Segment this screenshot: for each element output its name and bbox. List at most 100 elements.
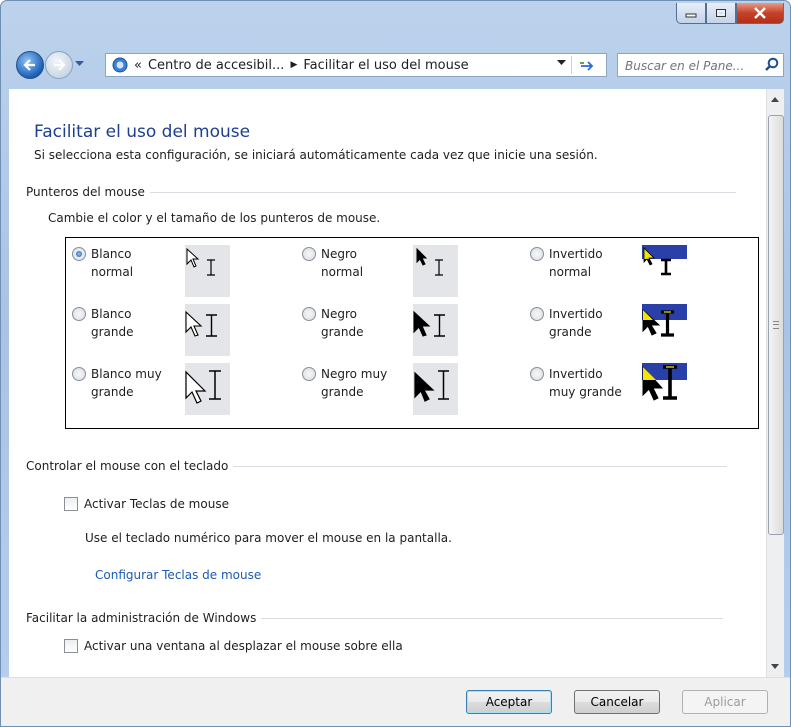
history-dropdown-icon[interactable]	[75, 61, 84, 67]
search-box[interactable]	[617, 53, 784, 77]
inverted-pointer-large-icon	[642, 304, 687, 337]
dialog-button-bar: Aceptar Cancelar Aplicar	[1, 677, 790, 726]
mouse-keys-checkbox[interactable]	[64, 497, 78, 511]
option-label: Blanco muy grande	[91, 367, 162, 399]
radio-indicator[interactable]	[302, 367, 316, 381]
configure-mouse-keys-link[interactable]: Configurar Teclas de mouse	[95, 568, 261, 582]
page-subtitle: Si selecciona esta configuración, se ini…	[34, 148, 598, 162]
search-icon[interactable]	[765, 57, 779, 71]
option-label: Negro grande	[321, 307, 364, 339]
keyboard-section-header: Controlar el mouse con el teclado	[26, 459, 728, 473]
radio-indicator[interactable]	[72, 367, 86, 381]
preview-inverted-large	[642, 304, 687, 356]
hover-activate-checkbox[interactable]	[64, 639, 78, 653]
preview-white-extra-large	[185, 363, 230, 415]
white-pointer-xl-icon	[185, 370, 221, 404]
option-label: Invertido grande	[549, 307, 603, 339]
ok-button[interactable]: Aceptar	[466, 690, 552, 714]
white-pointer-icon	[186, 247, 215, 276]
hover-activate-checkbox-row[interactable]: Activar una ventana al desplazar el mous…	[64, 639, 403, 653]
scroll-up-icon[interactable]	[771, 97, 779, 102]
radio-invertido-normal[interactable]: Invertido normal	[530, 245, 603, 281]
forward-arrow-icon	[54, 59, 66, 71]
title-bar	[1, 1, 790, 39]
preview-black-large	[413, 304, 458, 356]
maximize-icon	[716, 9, 726, 17]
close-icon	[754, 7, 766, 19]
minimize-button[interactable]	[676, 3, 706, 24]
radio-indicator[interactable]	[72, 307, 86, 321]
window: « Centro de accesibil... ▶ Facilitar el …	[0, 0, 791, 727]
breadcrumb-separator-icon[interactable]: ▶	[290, 60, 297, 70]
breadcrumb-accessibility-center[interactable]: Centro de accesibil...	[148, 58, 284, 73]
option-label: Invertido muy grande	[549, 367, 622, 399]
apply-button[interactable]: Aplicar	[682, 690, 768, 714]
preview-white-normal	[185, 245, 230, 297]
control-panel-icon	[112, 57, 128, 73]
radio-negro-normal[interactable]: Negro normal	[302, 245, 363, 281]
radio-blanco-grande[interactable]: Blanco grande	[72, 305, 134, 341]
preview-white-large	[185, 304, 230, 356]
back-arrow-icon	[23, 59, 35, 71]
mouse-keys-description: Use el teclado numérico para mover el mo…	[85, 531, 452, 545]
radio-blanco-muy-grande[interactable]: Blanco muy grande	[72, 365, 162, 401]
preview-black-normal	[413, 245, 458, 297]
content-pane: Facilitar el uso del mouse Si selecciona…	[9, 89, 766, 677]
preview-inverted-extra-large	[642, 363, 687, 415]
search-input[interactable]	[623, 56, 763, 76]
close-button[interactable]	[736, 3, 784, 24]
inverted-pointer-xl-icon	[642, 363, 687, 401]
refresh-icon	[580, 61, 594, 71]
windows-section-header: Facilitar la administración de Windows	[26, 611, 724, 625]
breadcrumb-current[interactable]: Facilitar el uso del mouse	[303, 58, 468, 73]
forward-button[interactable]	[45, 51, 73, 79]
back-button[interactable]	[16, 51, 44, 79]
radio-indicator[interactable]	[530, 307, 544, 321]
vertical-scrollbar[interactable]	[766, 89, 784, 677]
radio-negro-grande[interactable]: Negro grande	[302, 305, 364, 341]
mouse-keys-label[interactable]: Activar Teclas de mouse	[84, 497, 229, 511]
option-label: Blanco normal	[91, 247, 134, 279]
scrollbar-thumb[interactable]	[768, 115, 784, 535]
grip-icon	[773, 321, 779, 329]
option-label: Negro normal	[321, 247, 364, 279]
address-overflow[interactable]: «	[134, 58, 142, 73]
hover-activate-label[interactable]: Activar una ventana al desplazar el mous…	[84, 639, 403, 653]
pointer-scheme-group: Blanco normal Negro normal Invertido nor…	[65, 237, 759, 429]
window-controls	[676, 3, 784, 24]
scroll-down-icon[interactable]	[771, 664, 779, 669]
page-title: Facilitar el uso del mouse	[34, 122, 251, 142]
radio-indicator[interactable]	[530, 367, 544, 381]
pointers-section-header: Punteros del mouse	[26, 185, 736, 199]
radio-invertido-grande[interactable]: Invertido grande	[530, 305, 603, 341]
address-dropdown-icon[interactable]	[557, 60, 566, 66]
inverted-pointer-icon	[642, 245, 687, 276]
section-divider	[149, 191, 736, 193]
option-label: Blanco grande	[91, 307, 134, 339]
address-bar[interactable]: « Centro de accesibil... ▶ Facilitar el …	[105, 53, 607, 77]
pointers-description: Cambie el color y el tamaño de los punte…	[48, 211, 381, 225]
refresh-button[interactable]	[571, 56, 602, 74]
cancel-button[interactable]: Cancelar	[574, 690, 660, 714]
section-divider	[233, 465, 728, 467]
windows-section-title: Facilitar la administración de Windows	[26, 611, 257, 625]
black-pointer-icon	[416, 247, 443, 276]
radio-blanco-normal[interactable]: Blanco normal	[72, 245, 133, 281]
radio-indicator[interactable]	[302, 307, 316, 321]
black-pointer-xl-icon	[414, 370, 449, 402]
white-pointer-large-icon	[185, 310, 217, 337]
pointers-section-title: Punteros del mouse	[26, 185, 145, 199]
option-label: Invertido normal	[549, 247, 603, 279]
black-pointer-large-icon	[413, 310, 445, 337]
radio-indicator[interactable]	[302, 247, 316, 261]
maximize-button[interactable]	[706, 3, 736, 24]
minimize-icon	[685, 13, 697, 18]
option-label: Negro muy grande	[321, 367, 388, 399]
keyboard-section-title: Controlar el mouse con el teclado	[26, 459, 229, 473]
mouse-keys-checkbox-row[interactable]: Activar Teclas de mouse	[64, 497, 229, 511]
radio-indicator[interactable]	[72, 247, 86, 261]
radio-indicator[interactable]	[530, 247, 544, 261]
preview-black-extra-large	[413, 363, 458, 415]
radio-negro-muy-grande[interactable]: Negro muy grande	[302, 365, 387, 401]
radio-invertido-muy-grande[interactable]: Invertido muy grande	[530, 365, 622, 401]
